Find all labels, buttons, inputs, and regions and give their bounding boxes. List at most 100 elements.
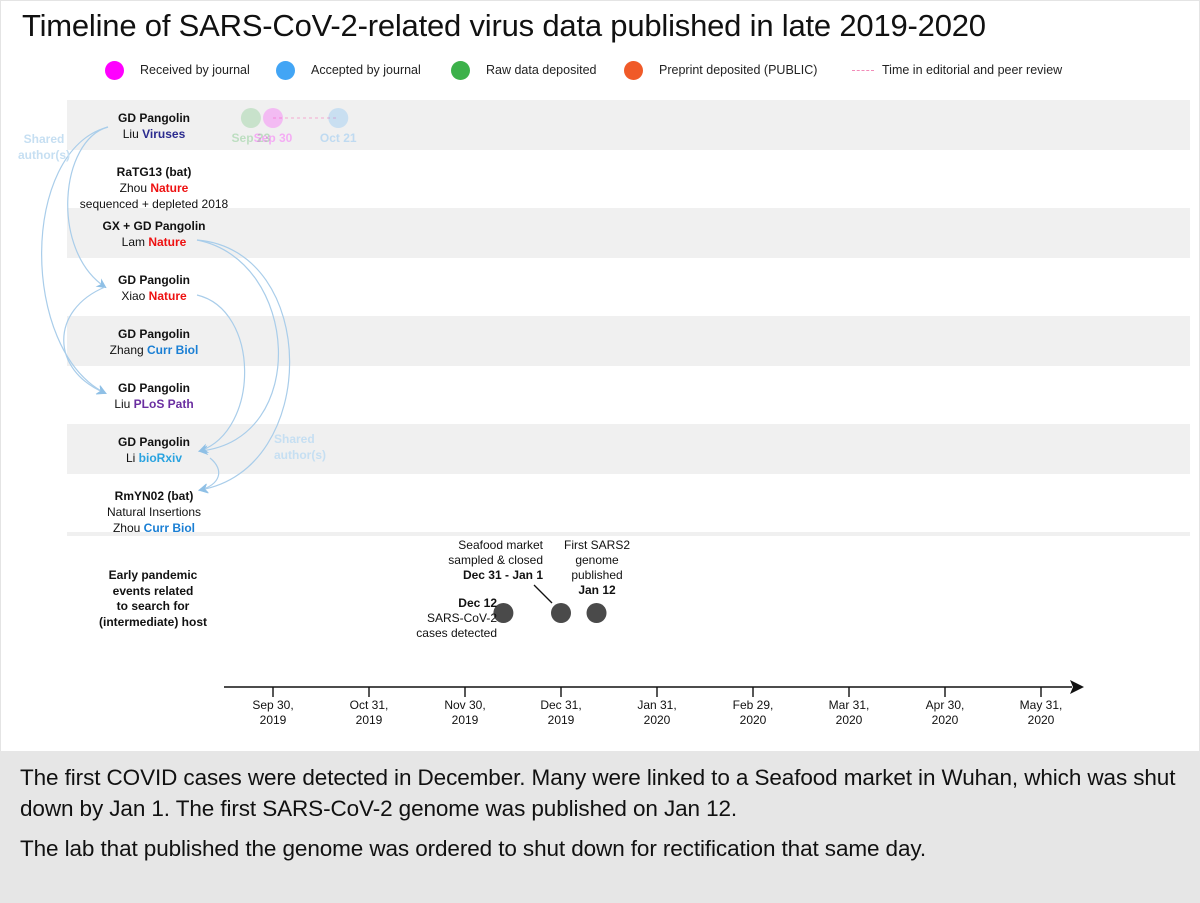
row-label: RaTG13 (bat) Zhou Nature sequenced + deple…: [80, 164, 228, 212]
tick-label-line: May 31,: [1019, 698, 1063, 712]
row-bands: [67, 100, 1190, 536]
row-label: GD Pangolin Li bioRxiv: [118, 434, 190, 466]
row-citation: Liu Viruses: [118, 126, 190, 142]
tick-label-line: Feb 29,: [732, 698, 774, 712]
event-date: Dec 12: [458, 596, 497, 610]
milestone-dot: [263, 108, 283, 128]
x-tick-label: Dec 31, 2019: [540, 698, 581, 728]
tick-label-line: 2019: [451, 713, 479, 727]
event-desc: SARS-CoV-2: [426, 611, 497, 625]
caption-box: The first COVID cases were detected in D…: [0, 751, 1200, 903]
tick-label-line: Sep 30,: [252, 698, 294, 712]
row-journal: Nature: [150, 181, 189, 195]
row-citation: Li bioRxiv: [118, 450, 190, 466]
row-author: Lam: [121, 235, 149, 249]
row-label: GX + GD Pangolin Lam Nature: [102, 218, 205, 250]
tick-label-line: 2020: [643, 713, 671, 727]
row-label: RmYN02 (bat) Natural Insertions Zhou Curr …: [107, 488, 201, 536]
x-tick-label: Oct 31, 2019: [350, 698, 389, 728]
axis-arrowhead-icon: [1070, 680, 1084, 694]
event-desc: genome: [575, 553, 619, 567]
x-tick-label: Jan 31, 2020: [637, 698, 676, 728]
early-label-line: to search for: [116, 599, 190, 613]
shared-label-line: Shared: [274, 432, 315, 446]
x-tick-label: Feb 29, 2020: [733, 698, 774, 728]
tick-label-line: Nov 30,: [444, 698, 486, 712]
tick-label-line: 2019: [355, 713, 383, 727]
row-band: [67, 208, 1190, 258]
section-divider: [67, 532, 1190, 536]
row-label: GD Pangolin Xiao Nature: [118, 272, 190, 304]
row-author: Zhou: [119, 181, 151, 195]
event-dot: [551, 603, 571, 623]
row-extra: sequenced + depleted 2018: [79, 197, 229, 211]
event-annotation-dec12: Dec 12 SARS-CoV-2 cases detected: [380, 596, 497, 641]
event-pointer-line: [533, 584, 553, 604]
shared-authors-label-left: Shared author(s): [18, 131, 70, 163]
tick-label-line: 2020: [739, 713, 767, 727]
row-author: Liu: [114, 397, 134, 411]
early-events-label: Early pandemic events related to search …: [93, 568, 213, 630]
row-author: Li: [125, 451, 139, 465]
tick-label-line: Mar 31,: [828, 698, 870, 712]
shared-label-line: author(s): [274, 448, 326, 462]
row-citation: Zhang Curr Biol: [110, 342, 199, 358]
row-author: Zhang: [109, 343, 148, 357]
row-citation: Zhou Curr Biol: [107, 520, 201, 536]
event-dot: [586, 603, 607, 623]
row-author: Zhou: [112, 521, 144, 535]
row-journal: Curr Biol: [147, 343, 199, 357]
row-citation: Zhou Nature: [80, 180, 228, 196]
shared-label-line: author(s): [18, 148, 70, 162]
milestone-date-label: Oct 21: [319, 131, 357, 145]
tick-label-line: 2019: [259, 713, 287, 727]
x-tick-label: Sep 30, 2019: [252, 698, 293, 728]
row-name: GD Pangolin: [118, 111, 190, 125]
row-author: Xiao: [121, 289, 149, 303]
event-annotation-genome: First SARS2 genome published Jan 12: [556, 538, 638, 598]
tick-label-line: 2020: [835, 713, 863, 727]
event-desc: sampled & closed: [448, 553, 543, 567]
milestone-dot: [240, 108, 261, 128]
row-name: GD Pangolin: [118, 381, 190, 395]
event-annotation-market: Seafood market sampled & closed Dec 31 -…: [420, 538, 543, 583]
row-name: RaTG13 (bat): [116, 165, 192, 179]
row-band: [67, 424, 1190, 474]
tick-label-line: 2020: [931, 713, 959, 727]
row-citation: Liu PLoS Path: [114, 396, 193, 412]
tick-label-line: 2020: [1027, 713, 1055, 727]
early-label-line: events related: [112, 583, 194, 598]
shared-label-line: Shared: [23, 132, 65, 146]
caption-paragraph-2: The lab that published the genome was or…: [20, 836, 927, 861]
row-label: GD Pangolin Liu Viruses: [118, 110, 190, 142]
caption-paragraph-1: The first COVID cases were detected in D…: [20, 765, 1176, 821]
tick-label-line: Apr 30,: [925, 698, 965, 712]
event-desc: cases detected: [416, 626, 497, 640]
row-name: GD Pangolin: [117, 327, 190, 341]
x-tick-label: Nov 30, 2019: [444, 698, 485, 728]
shared-authors-label-right: Shared author(s): [274, 431, 326, 463]
x-tick-label: May 31, 2020: [1020, 698, 1063, 728]
x-tick-label: Mar 31, 2020: [829, 698, 870, 728]
x-axis: [224, 680, 1084, 697]
x-tick-label: Apr 30, 2020: [926, 698, 965, 728]
event-desc: published: [571, 568, 623, 582]
row-label: GD Pangolin Zhang Curr Biol: [110, 326, 199, 358]
event-desc: Seafood market: [458, 538, 543, 552]
milestone-date-label: Sep 30: [253, 131, 293, 145]
row-name: GD Pangolin: [118, 273, 190, 287]
row-label: GD Pangolin Liu PLoS Path: [114, 380, 193, 412]
row-name: GX + GD Pangolin: [102, 219, 206, 233]
event-date: Jan 12: [578, 583, 616, 597]
row-band: [67, 316, 1190, 366]
tick-label-line: Dec 31,: [540, 698, 582, 712]
tick-label-line: 2019: [547, 713, 575, 727]
tick-label-line: Oct 31,: [349, 698, 389, 712]
row-name: GD Pangolin: [118, 435, 190, 449]
milestone-dot: [328, 108, 349, 128]
row-journal: PLoS Path: [133, 397, 194, 411]
row-author: Liu: [122, 127, 143, 141]
event-date: Dec 31 - Jan 1: [462, 568, 543, 582]
row-extra: Natural Insertions: [106, 505, 202, 519]
early-label-line: (intermediate) host: [98, 614, 207, 629]
